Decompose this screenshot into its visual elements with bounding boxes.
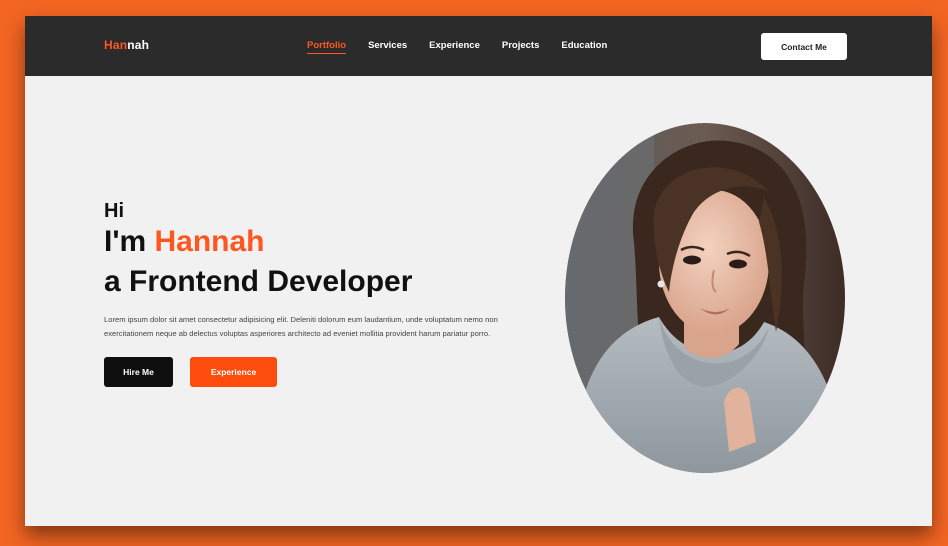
logo[interactable]: Hannah [104, 38, 149, 52]
portrait-photo [564, 122, 846, 474]
navbar: Hannah Portfolio Services Experience Pro… [25, 16, 932, 76]
hero-description: Lorem ipsum dolor sit amet consectetur a… [104, 315, 498, 338]
logo-rest: nah [127, 38, 150, 52]
experience-button[interactable]: Experience [190, 357, 277, 387]
im-prefix: I'm [104, 225, 155, 258]
hero-buttons: Hire Me Experience [104, 357, 504, 387]
nav-menu: Portfolio Services Experience Projects E… [307, 40, 607, 54]
portrait-image [565, 123, 845, 473]
greeting: Hi [104, 200, 124, 222]
nav-link-education[interactable]: Education [561, 40, 607, 54]
browser-frame: Hannah Portfolio Services Experience Pro… [25, 16, 932, 526]
logo-accent: Han [104, 38, 128, 52]
nav-link-projects[interactable]: Projects [502, 40, 540, 54]
contact-me-button[interactable]: Contact Me [761, 33, 847, 60]
hero-name: Hannah [154, 225, 265, 258]
nav-link-services[interactable]: Services [368, 40, 407, 54]
hire-me-button[interactable]: Hire Me [104, 357, 173, 387]
hero-name-line: I'm Hannah [104, 222, 504, 262]
hero-role: a Frontend Developer [104, 265, 413, 298]
hero-intro: Hi I'm Hannah a Frontend Developer Lorem… [104, 200, 504, 387]
nav-link-experience[interactable]: Experience [429, 40, 480, 54]
nav-link-portfolio[interactable]: Portfolio [307, 40, 347, 54]
